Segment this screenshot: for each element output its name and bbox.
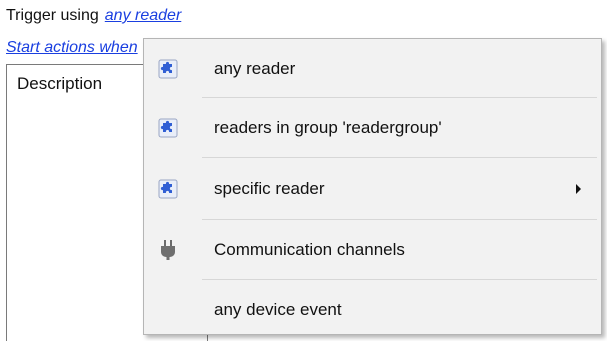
menu-item-label: any reader [214, 59, 296, 78]
puzzle-piece-icon [157, 117, 179, 139]
trigger-reader-link[interactable]: any reader [105, 7, 182, 24]
menu-item-readers-in-group[interactable]: readers in group 'readergroup' [144, 102, 601, 154]
menu-item-any-device-event[interactable]: any device event [144, 284, 601, 336]
menu-item-label: Communication channels [214, 240, 405, 259]
puzzle-piece-icon [157, 178, 179, 200]
menu-item-any-reader[interactable]: any reader [144, 43, 601, 95]
description-label: Description [17, 74, 103, 93]
plug-icon [157, 239, 179, 261]
puzzle-piece-icon [157, 58, 179, 80]
menu-separator [202, 219, 597, 220]
trigger-label: Trigger using [6, 7, 99, 24]
menu-item-specific-reader[interactable]: specific reader [144, 163, 601, 215]
start-actions-link[interactable]: Start actions when [6, 39, 147, 57]
menu-item-communication-channels[interactable]: Communication channels [144, 224, 601, 276]
menu-item-label: any device event [214, 300, 342, 319]
trigger-row: Trigger using any reader [6, 7, 181, 25]
menu-separator [202, 157, 597, 158]
submenu-arrow-icon [576, 184, 581, 194]
menu-separator [202, 279, 597, 280]
menu-item-label: specific reader [214, 179, 325, 198]
trigger-editor: Trigger using any reader Start actions wh… [0, 0, 607, 341]
menu-item-label: readers in group 'readergroup' [214, 118, 442, 137]
reader-context-menu: any reader readers in group 'readergroup… [143, 38, 602, 335]
menu-separator [202, 97, 597, 98]
